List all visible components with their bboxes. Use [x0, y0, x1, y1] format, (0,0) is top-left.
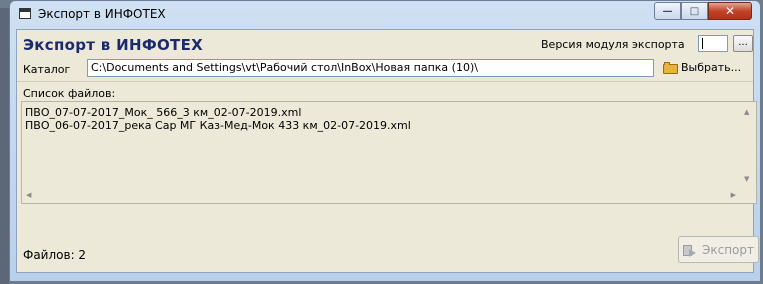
minimize-button[interactable]: —	[654, 2, 681, 20]
divider	[17, 81, 753, 82]
scroll-up-icon[interactable]: ▲	[744, 108, 749, 116]
catalog-path-input[interactable]: C:\Documents and Settings\vt\Рабочий сто…	[87, 59, 654, 77]
list-item[interactable]: ПВО_06-07-2017_река Сар МГ Каз-Мед-Мок 4…	[25, 119, 411, 132]
export-button[interactable]: Экспорт	[678, 236, 759, 263]
choose-folder-button[interactable]: Выбрать...	[663, 61, 741, 74]
export-dialog-window: Экспорт в ИНФОТЕХ — □ ✕ Экспорт в ИНФОТЕ…	[9, 0, 761, 282]
version-label: Версия модуля экспорта	[541, 38, 685, 51]
folder-icon	[663, 61, 678, 74]
file-list[interactable]: ПВО_07-07-2017_Мок_ 566_3 км_02-07-2019.…	[21, 101, 757, 204]
dialog-body: Экспорт в ИНФОТЕХ Версия модуля экспорта…	[16, 29, 759, 273]
file-count-status: Файлов: 2	[23, 248, 87, 262]
background-strip	[0, 8, 9, 284]
window-icon	[19, 8, 31, 19]
file-list-label: Список файлов:	[23, 87, 116, 100]
vertical-scrollbar[interactable]: ▲ ▼	[740, 102, 756, 187]
export-icon	[682, 243, 697, 257]
export-button-label: Экспорт	[701, 242, 755, 257]
window-title: Экспорт в ИНФОТЕХ	[38, 7, 166, 21]
list-item[interactable]: ПВО_07-07-2017_Мок_ 566_3 км_02-07-2019.…	[25, 106, 411, 119]
maximize-button[interactable]: □	[681, 2, 708, 20]
version-input[interactable]	[698, 35, 728, 52]
choose-folder-label: Выбрать...	[681, 61, 742, 74]
file-list-items: ПВО_07-07-2017_Мок_ 566_3 км_02-07-2019.…	[25, 106, 411, 132]
title-bar[interactable]: Экспорт в ИНФОТЕХ — □ ✕	[10, 1, 760, 29]
horizontal-scrollbar[interactable]: ◀ ▶	[22, 187, 740, 203]
version-browse-button[interactable]: ...	[733, 35, 753, 52]
close-button[interactable]: ✕	[708, 2, 752, 20]
scroll-down-icon[interactable]: ▼	[744, 175, 749, 183]
scroll-left-icon[interactable]: ◀	[26, 191, 31, 199]
caption-buttons: — □ ✕	[654, 2, 752, 21]
scroll-right-icon[interactable]: ▶	[731, 191, 736, 199]
dialog-heading: Экспорт в ИНФОТЕХ	[23, 36, 203, 54]
catalog-label: Каталог	[23, 63, 71, 76]
